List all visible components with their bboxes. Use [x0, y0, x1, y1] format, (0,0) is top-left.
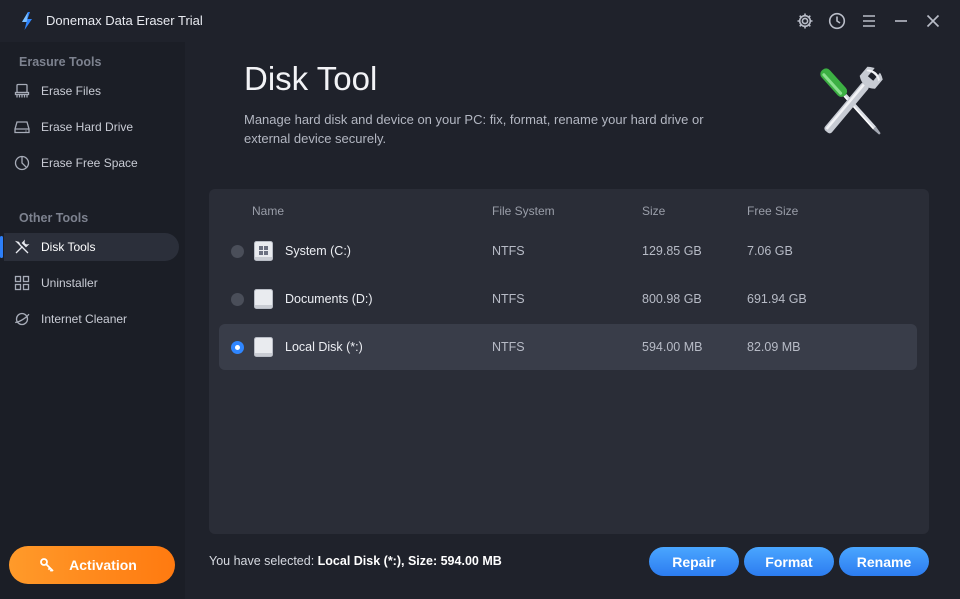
drive-icon	[254, 337, 273, 357]
screwdriver-wrench-icon	[820, 66, 883, 135]
column-header-free-size: Free Size	[747, 204, 799, 218]
sidebar-item-internet-cleaner[interactable]: Internet Cleaner	[4, 305, 179, 333]
sidebar: Erasure Tools Erase Files Erase Hard Dri…	[0, 42, 185, 599]
row-file-system: NTFS	[492, 292, 525, 306]
activation-label: Activation	[69, 557, 137, 573]
repair-button[interactable]: Repair	[649, 547, 739, 576]
row-file-system: NTFS	[492, 244, 525, 258]
row-name: Local Disk (*:)	[285, 340, 363, 354]
row-free-size: 82.09 MB	[747, 340, 801, 354]
selection-name: Local Disk (*:)	[317, 554, 402, 568]
tools-icon	[14, 239, 30, 254]
row-name: Documents (D:)	[285, 292, 373, 306]
section-title-other-tools: Other Tools	[19, 211, 89, 225]
sidebar-item-label: Erase Files	[41, 84, 102, 98]
sidebar-item-uninstaller[interactable]: Uninstaller	[4, 269, 179, 297]
planet-icon	[15, 312, 30, 326]
page-description: Manage hard disk and device on your PC: …	[244, 112, 704, 146]
page-title: Disk Tool	[244, 60, 378, 97]
sidebar-item-erase-hard-drive[interactable]: Erase Hard Drive	[4, 113, 179, 141]
sidebar-item-label: Disk Tools	[41, 240, 96, 254]
table-row[interactable]: System (C:) NTFS 129.85 GB 7.06 GB	[219, 228, 917, 274]
sidebar-item-erase-free-space[interactable]: Erase Free Space	[4, 149, 179, 177]
section-title-erasure-tools: Erasure Tools	[19, 55, 102, 69]
disk-table: Name File System Size Free Size System (…	[209, 189, 929, 534]
app-logo-icon	[22, 12, 32, 30]
sidebar-item-erase-files[interactable]: Erase Files	[4, 77, 179, 105]
row-size: 129.85 GB	[642, 244, 702, 258]
selection-size: 594.00 MB	[440, 554, 502, 568]
row-radio[interactable]	[231, 245, 244, 258]
activation-button[interactable]: Activation	[9, 546, 175, 584]
row-file-system: NTFS	[492, 340, 525, 354]
history-icon[interactable]	[826, 10, 848, 32]
row-radio[interactable]	[231, 293, 244, 306]
sidebar-item-label: Erase Hard Drive	[41, 120, 134, 134]
column-header-size: Size	[642, 204, 666, 218]
title-bar: Donemax Data Eraser Trial	[0, 0, 960, 42]
row-radio[interactable]	[231, 341, 244, 354]
rename-button[interactable]: Rename	[839, 547, 929, 576]
system-drive-icon	[254, 241, 273, 261]
sidebar-item-label: Internet Cleaner	[41, 312, 128, 326]
column-header-file-system: File System	[492, 204, 555, 218]
menu-icon[interactable]	[858, 10, 880, 32]
row-free-size: 691.94 GB	[747, 292, 807, 306]
erase-files-icon	[14, 83, 30, 98]
close-icon[interactable]	[922, 10, 944, 32]
key-icon	[40, 558, 54, 572]
row-size: 594.00 MB	[642, 340, 703, 354]
pie-chart-icon	[14, 155, 30, 171]
gear-icon[interactable]	[794, 10, 816, 32]
minimize-icon[interactable]	[890, 10, 912, 32]
column-header-name: Name	[252, 204, 285, 218]
table-row[interactable]: Local Disk (*:) NTFS 594.00 MB 82.09 MB	[219, 324, 917, 370]
row-name: System (C:)	[285, 244, 351, 258]
drive-icon	[254, 289, 273, 309]
selection-size-label: , Size:	[401, 554, 441, 568]
row-free-size: 7.06 GB	[747, 244, 793, 258]
table-row[interactable]: Documents (D:) NTFS 800.98 GB 691.94 GB	[219, 276, 917, 322]
sidebar-item-disk-tools[interactable]: Disk Tools	[0, 233, 179, 261]
format-button[interactable]: Format	[744, 547, 834, 576]
app-title: Donemax Data Eraser Trial	[46, 13, 203, 28]
selection-prefix: You have selected:	[209, 554, 318, 568]
row-size: 800.98 GB	[642, 292, 702, 306]
hard-drive-icon	[14, 121, 30, 134]
sidebar-item-label: Uninstaller	[41, 276, 98, 290]
selection-info: You have selected: Local Disk (*:), Size…	[209, 554, 502, 568]
grid-apps-icon	[14, 275, 30, 291]
sidebar-item-label: Erase Free Space	[41, 156, 138, 170]
